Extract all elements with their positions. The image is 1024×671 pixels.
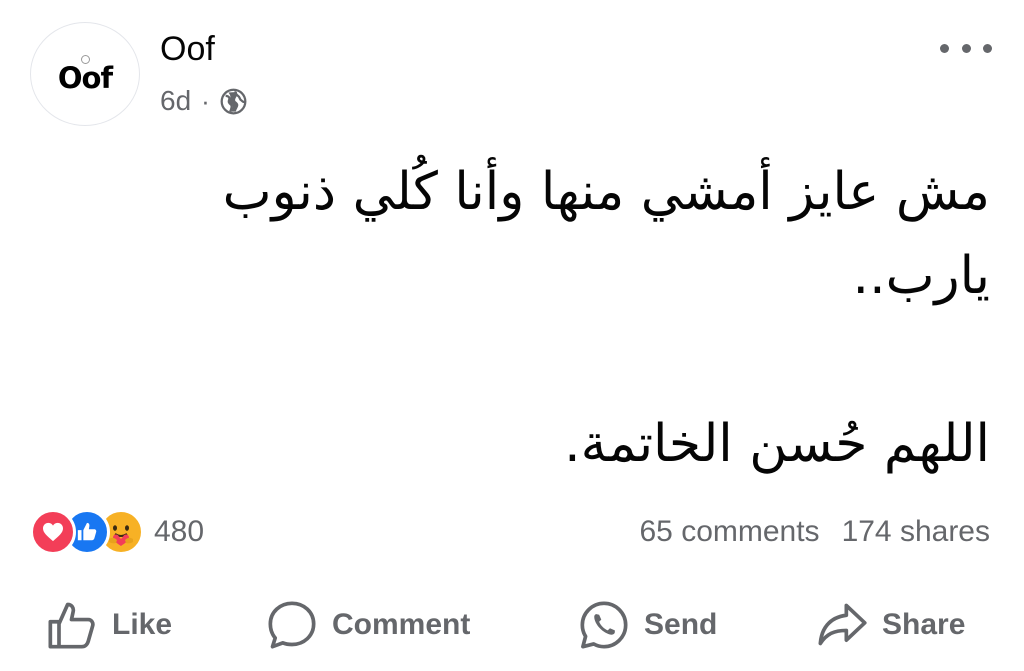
meta-separator: · [201,85,210,116]
share-button[interactable]: Share [816,590,965,660]
send-label: Send [644,608,718,641]
love-reaction-icon [30,509,76,555]
like-icon [48,602,95,649]
like-button[interactable]: Like [46,590,172,660]
page-avatar[interactable]: Oof [30,22,140,126]
avatar-logo-text: Oof [57,61,113,95]
reaction-count: 480 [154,515,205,548]
more-options-icon[interactable] [940,36,992,60]
share-icon [818,603,867,646]
reactions-summary[interactable]: 480 [30,508,204,556]
comments-count[interactable]: 65 comments [639,515,819,549]
engagement-stats: 65 comments 174 shares [639,510,990,554]
send-button[interactable]: Send [578,590,717,660]
post-text: مش عايز أمشي منها وأنا كُلي ذنوب يارب.. … [222,162,990,474]
share-label: Share [882,608,966,641]
whatsapp-icon [580,601,628,649]
shares-count[interactable]: 174 shares [842,515,990,549]
post-time[interactable]: 6d [160,85,191,117]
comment-icon [268,601,316,649]
post-meta: 6d · [160,84,247,118]
like-label: Like [112,608,173,641]
action-bar: Like Comment Send Share [0,590,1024,660]
page-name[interactable]: Oof [160,30,215,69]
comment-button[interactable]: Comment [266,590,470,660]
comment-label: Comment [332,608,471,641]
globe-icon [220,88,247,115]
